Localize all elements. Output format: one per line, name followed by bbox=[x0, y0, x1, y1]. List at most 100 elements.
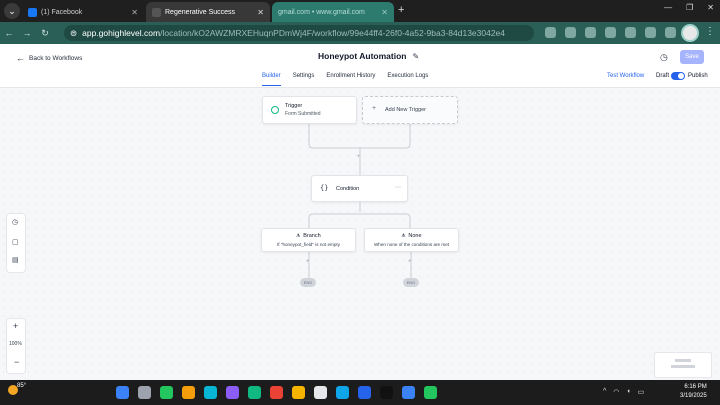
taskbar-app-icon[interactable] bbox=[160, 386, 173, 399]
connector-lines bbox=[308, 124, 412, 278]
canvas-minimap[interactable] bbox=[654, 352, 712, 378]
extension-icon[interactable] bbox=[585, 27, 596, 38]
tab-gmail[interactable]: gmail.com • www.gmail.com ✕ bbox=[272, 2, 394, 22]
trigger-node[interactable]: Trigger Form Submitted bbox=[262, 96, 357, 124]
plus-icon: + bbox=[372, 105, 377, 112]
add-step-plus-icon[interactable]: + bbox=[357, 154, 361, 160]
window-controls: — ❐ ✕ bbox=[664, 3, 714, 12]
tab-regenerative-success[interactable]: Regenerative Success ✕ bbox=[146, 2, 270, 22]
add-new-trigger-node[interactable]: + Add New Trigger bbox=[362, 96, 458, 124]
taskbar-app-icon[interactable] bbox=[380, 386, 393, 399]
branch-node-none[interactable]: ⩚ None When none of the conditions are m… bbox=[364, 228, 459, 252]
workflow-title[interactable]: Honeypot Automation bbox=[318, 51, 406, 61]
forward-nav-icon[interactable]: → bbox=[18, 28, 36, 38]
windows-taskbar: 85° ^ ◠ ◖ ▭ 6:16 PM 3/19/2025 bbox=[0, 380, 720, 405]
notes-icon[interactable]: ▤ bbox=[12, 256, 19, 264]
taskbar-app-icon[interactable] bbox=[226, 386, 239, 399]
close-tab-icon[interactable]: ✕ bbox=[131, 8, 138, 17]
branch-label: Branch bbox=[303, 233, 321, 239]
tray-chevron-icon[interactable]: ^ bbox=[603, 388, 606, 396]
branch-head: ⩚ None bbox=[365, 232, 458, 240]
weather-temperature: 85° bbox=[17, 383, 27, 389]
add-step-plus-icon[interactable]: + bbox=[306, 259, 310, 265]
condition-node[interactable]: {} Condition ⋯ bbox=[311, 175, 408, 202]
taskbar-app-icon[interactable] bbox=[358, 386, 371, 399]
add-step-plus-icon[interactable]: + bbox=[408, 259, 412, 265]
taskbar-app-icon[interactable] bbox=[424, 386, 437, 399]
taskbar-app-icon[interactable] bbox=[314, 386, 327, 399]
workflow-title-wrap: Honeypot Automation ✎ bbox=[318, 51, 419, 61]
branch-desc: If "honeypot_field" is not empty bbox=[276, 242, 341, 247]
branch-head: ⩚ Branch bbox=[262, 232, 355, 240]
tab-search-icon[interactable]: ⌄ bbox=[4, 3, 20, 19]
taskbar-app-icon[interactable] bbox=[116, 386, 129, 399]
extension-icon[interactable] bbox=[625, 27, 636, 38]
tab-enrollment-history[interactable]: Enrollment History bbox=[326, 73, 375, 86]
minimize-button[interactable]: — bbox=[664, 3, 672, 12]
reload-icon[interactable]: ↻ bbox=[36, 28, 54, 39]
comment-icon[interactable]: ▢ bbox=[12, 238, 19, 246]
address-bar: ← → ↻ ⊜ app.gohighlevel.com /location/kO… bbox=[0, 22, 720, 44]
close-tab-icon[interactable]: ✕ bbox=[257, 8, 264, 17]
workflow-header: ← Back to Workflows Honeypot Automation … bbox=[0, 44, 720, 88]
tab-label: (1) Facebook bbox=[41, 8, 83, 16]
taskbar-app-icon[interactable] bbox=[204, 386, 217, 399]
branch-desc: When none of the conditions are met bbox=[373, 242, 450, 247]
taskbar-app-icon[interactable] bbox=[336, 386, 349, 399]
zoom-out-button[interactable]: − bbox=[14, 357, 19, 367]
publish-label: Publish bbox=[688, 73, 708, 79]
volume-icon[interactable]: ◖ bbox=[626, 388, 630, 396]
taskbar-clock[interactable]: 6:16 PM 3/19/2025 bbox=[680, 383, 707, 401]
branch-split-icon: ⩚ bbox=[401, 232, 406, 239]
taskbar-app-icon[interactable] bbox=[402, 386, 415, 399]
taskbar-app-icon[interactable] bbox=[248, 386, 261, 399]
clock-time: 6:16 PM bbox=[684, 384, 707, 390]
back-nav-icon[interactable]: ← bbox=[0, 28, 18, 38]
branch-split-icon: ⩚ bbox=[296, 232, 301, 239]
url-input[interactable]: ⊜ app.gohighlevel.com /location/kO2AWZMR… bbox=[64, 25, 534, 41]
minimap-node bbox=[675, 359, 691, 362]
browser-menu-icon[interactable]: ⋮ bbox=[705, 26, 715, 37]
back-label: Back to Workflows bbox=[29, 54, 83, 62]
tab-settings[interactable]: Settings bbox=[293, 73, 315, 86]
condition-label: Condition bbox=[336, 186, 360, 192]
tab-execution-logs[interactable]: Execution Logs bbox=[387, 73, 428, 86]
add-trigger-label: Add New Trigger bbox=[385, 107, 426, 113]
history-clock-icon[interactable]: ◷ bbox=[660, 52, 668, 63]
zoom-in-button[interactable]: + bbox=[13, 321, 18, 331]
minimap-node bbox=[671, 365, 695, 368]
tab-builder[interactable]: Builder bbox=[262, 73, 281, 86]
extension-icon[interactable] bbox=[605, 27, 616, 38]
new-tab-button[interactable]: + bbox=[398, 4, 404, 16]
taskbar-app-icon[interactable] bbox=[182, 386, 195, 399]
maximize-button[interactable]: ❐ bbox=[686, 3, 693, 12]
more-options-icon[interactable]: ⋯ bbox=[395, 184, 401, 191]
zoom-level: 100% bbox=[9, 341, 22, 347]
extension-icon[interactable] bbox=[545, 27, 556, 38]
trigger-form-icon bbox=[271, 106, 279, 114]
tab-facebook[interactable]: (1) Facebook ✕ bbox=[22, 2, 144, 22]
branch-node-honeypot[interactable]: ⩚ Branch If "honeypot_field" is not empt… bbox=[261, 228, 356, 252]
save-button[interactable]: Save bbox=[680, 50, 704, 64]
end-marker: END bbox=[403, 278, 419, 287]
extensions-puzzle-icon[interactable] bbox=[665, 27, 676, 38]
test-workflow-link[interactable]: Test Workflow bbox=[607, 73, 644, 79]
battery-icon[interactable]: ▭ bbox=[638, 388, 645, 396]
clock-date: 3/19/2025 bbox=[680, 393, 707, 399]
taskbar-app-icon[interactable] bbox=[270, 386, 283, 399]
publish-toggle[interactable] bbox=[671, 72, 685, 80]
back-to-workflows-link[interactable]: ← Back to Workflows bbox=[16, 53, 82, 63]
extension-icon[interactable] bbox=[645, 27, 656, 38]
profile-avatar[interactable] bbox=[681, 24, 699, 42]
trigger-sub: Form Submitted bbox=[285, 111, 321, 117]
taskbar-app-icon[interactable] bbox=[292, 386, 305, 399]
history-icon[interactable]: ◷ bbox=[12, 218, 18, 226]
close-window-button[interactable]: ✕ bbox=[707, 3, 714, 12]
site-info-icon[interactable]: ⊜ bbox=[70, 28, 77, 39]
wifi-icon[interactable]: ◠ bbox=[613, 388, 619, 396]
close-tab-icon[interactable]: ✕ bbox=[381, 8, 388, 17]
edit-pencil-icon[interactable]: ✎ bbox=[412, 52, 419, 61]
extension-icon[interactable] bbox=[565, 27, 576, 38]
taskbar-app-icon[interactable] bbox=[138, 386, 151, 399]
workflow-canvas[interactable]: + + + Trigger Form Submitted + Add New T… bbox=[0, 88, 720, 380]
